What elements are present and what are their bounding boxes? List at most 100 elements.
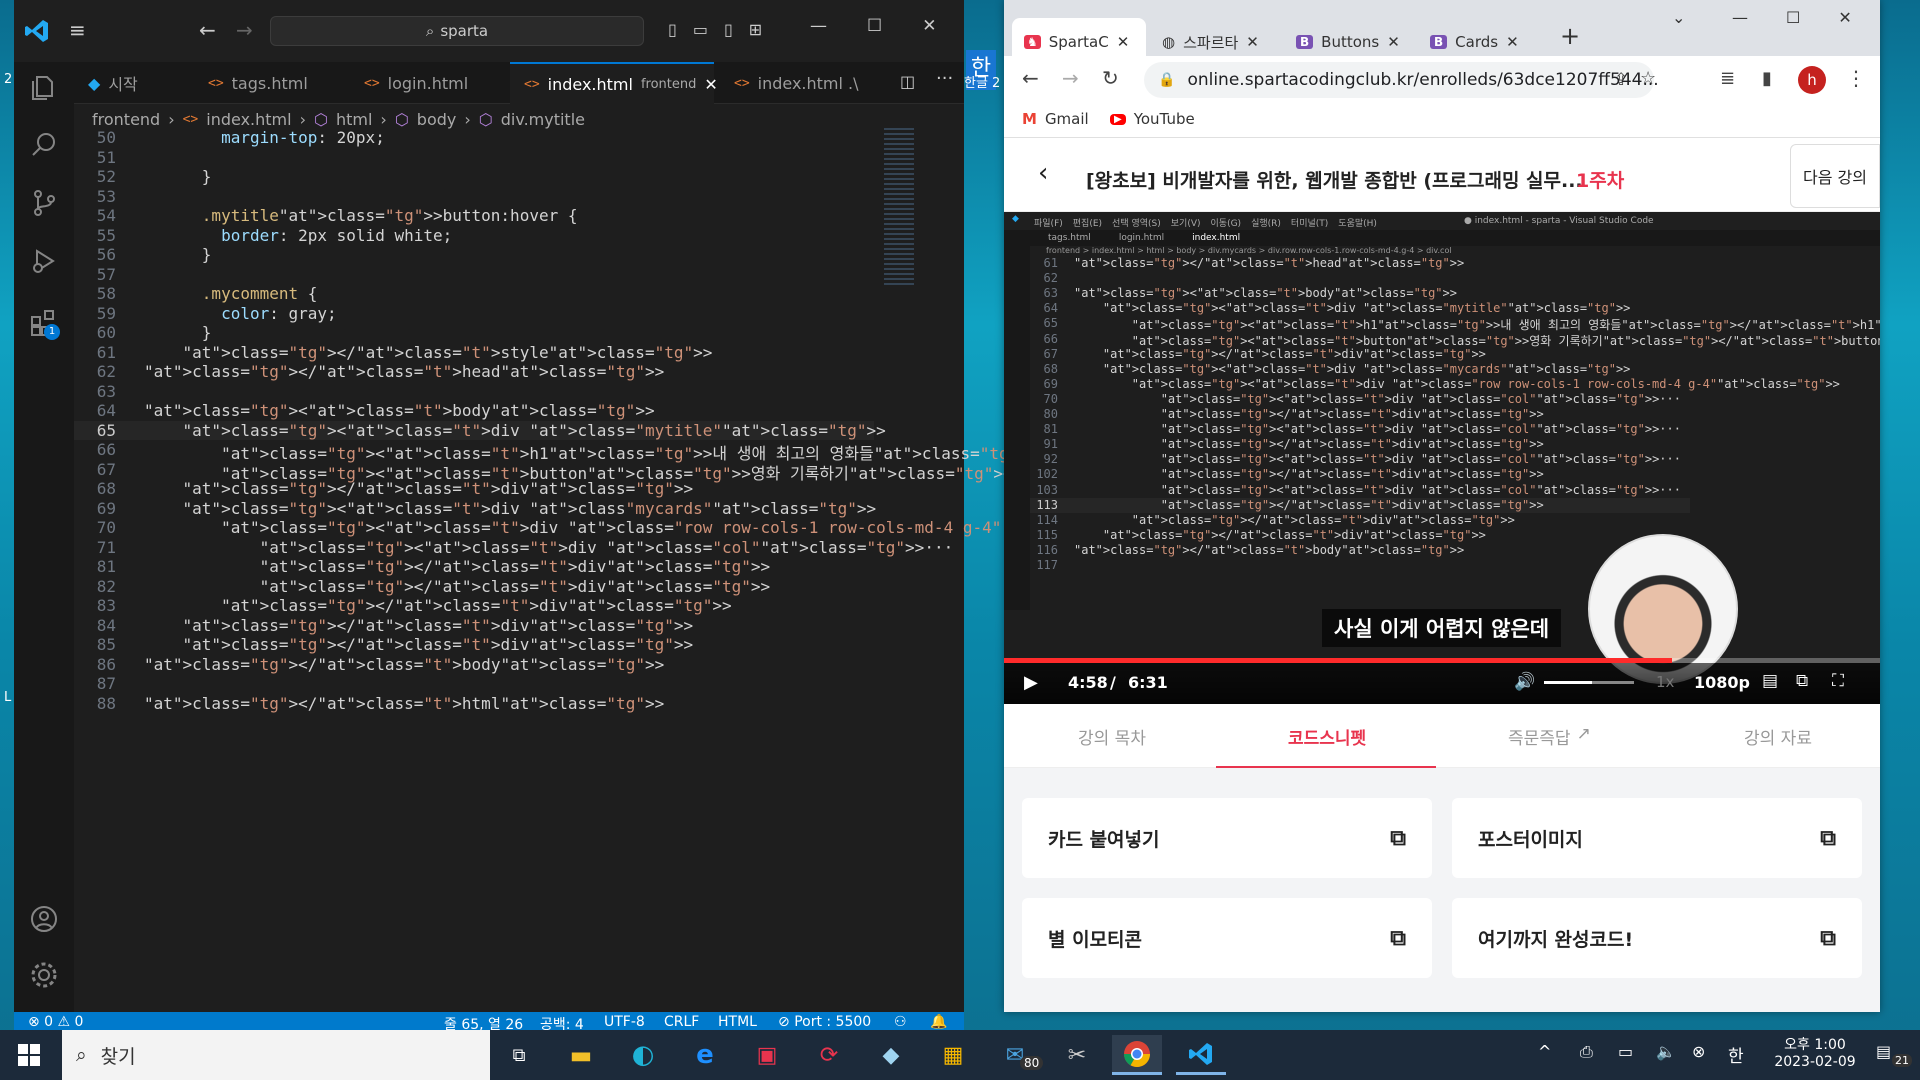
sync-app-icon[interactable]: ⟳ <box>804 1035 854 1075</box>
show-hidden-icons[interactable]: ^ <box>1538 1042 1551 1061</box>
tab-materials[interactable]: 강의 자료 <box>1744 724 1812 749</box>
breadcrumb-div-mytitle[interactable]: div.mytitle <box>501 110 585 129</box>
tab-qna[interactable]: 즉문즉답 ↗ <box>1508 724 1591 749</box>
minimize-icon[interactable]: — <box>810 16 827 36</box>
bookmark-youtube[interactable]: ▶ YouTube <box>1110 110 1195 128</box>
app-icon[interactable]: ▣ <box>742 1035 792 1075</box>
problems-status[interactable]: ⊗ 0 ⚠ 0 <box>28 1014 83 1030</box>
live-server-status[interactable]: ⊘ Port : 5500 <box>778 1014 871 1030</box>
maximize-icon[interactable]: ☐ <box>1786 8 1800 27</box>
ime-indicator[interactable]: 한 <box>1728 1042 1744 1067</box>
task-view-icon[interactable]: ⧉ <box>494 1035 544 1075</box>
taskbar-search[interactable]: ⌕ 찾기 <box>62 1030 490 1080</box>
bookmark-gmail[interactable]: M Gmail <box>1022 110 1089 128</box>
play-icon[interactable]: ▶ <box>1024 672 1038 693</box>
tab-index-html-frontend[interactable]: <> index.html frontend ✕ <box>510 62 718 104</box>
notifications-icon[interactable]: 🔔 <box>930 1014 947 1030</box>
tab-search-icon[interactable]: ⌄ <box>1672 8 1685 27</box>
snippet-card[interactable]: 포스터이미지 ⧉ <box>1452 798 1862 878</box>
minimap[interactable] <box>884 128 914 288</box>
tab-tags-html[interactable]: <> tags.html <box>194 62 344 104</box>
quality-setting[interactable]: 1080p <box>1694 673 1750 692</box>
back-arrow-icon[interactable]: ← <box>199 18 216 42</box>
video-player[interactable]: ◆ 파일(F) 편집(E) 선택 영역(S) 보기(V) 이동(G) 실행(R)… <box>1004 212 1880 704</box>
chrome-taskbar-icon[interactable] <box>1112 1035 1162 1075</box>
close-tab-icon[interactable]: ✕ <box>1246 33 1259 51</box>
source-control-icon[interactable] <box>29 188 59 218</box>
accounts-icon[interactable] <box>29 904 59 934</box>
side-panel-icon[interactable]: ▮ <box>1762 68 1772 89</box>
volume-icon[interactable]: 🔈 <box>1656 1042 1676 1061</box>
tab-login-html[interactable]: <> login.html <box>350 62 500 104</box>
back-chevron-icon[interactable]: ‹ <box>1038 158 1048 188</box>
toggle-panel-icon[interactable]: ▭ <box>693 20 708 39</box>
code-editor[interactable]: 50 margin-top: 20px; 51 52 } 53 54 .mytitle"… <box>74 128 1388 1012</box>
tab-code-snippet[interactable]: 코드스니펫 <box>1216 704 1436 768</box>
store-icon[interactable]: ▦ <box>928 1035 978 1075</box>
forward-arrow-icon[interactable]: → <box>1062 66 1079 90</box>
snippet-card[interactable]: 별 이모티콘 ⧉ <box>1022 898 1432 978</box>
battery-icon[interactable]: ▭ <box>1618 1042 1633 1061</box>
tab-curriculum[interactable]: 강의 목차 <box>1078 724 1146 749</box>
explorer-icon[interactable] <box>29 72 59 102</box>
command-center-search[interactable]: ⌕ sparta <box>270 16 644 46</box>
breadcrumb-html[interactable]: html <box>336 110 372 129</box>
tab-index-html-root[interactable]: <> index.html .\ <box>720 62 900 104</box>
breadcrumb-folder[interactable]: frontend <box>92 110 160 129</box>
reload-icon[interactable]: ↻ <box>1102 66 1119 90</box>
forward-arrow-icon[interactable]: → <box>236 18 253 42</box>
menu-icon[interactable]: ≡ <box>69 18 86 42</box>
minimize-icon[interactable]: — <box>1732 8 1748 27</box>
back-arrow-icon[interactable]: ← <box>1022 66 1039 90</box>
clock[interactable]: 오후 1:00 2023-02-09 <box>1770 1034 1860 1070</box>
copy-icon[interactable]: ⧉ <box>1390 826 1406 851</box>
profile-avatar[interactable]: h <box>1798 66 1826 94</box>
new-tab-icon[interactable]: + <box>1560 22 1580 50</box>
gear-icon[interactable] <box>29 960 59 990</box>
tab-welcome[interactable]: ◆ 시작 <box>74 62 184 104</box>
close-tab-icon[interactable]: ✕ <box>1387 33 1400 51</box>
copy-icon[interactable]: ⧉ <box>1390 926 1406 951</box>
encoding-status[interactable]: UTF-8 <box>604 1014 645 1030</box>
address-bar[interactable]: 🔒 online.spartacodingclub.kr/enrolleds/6… <box>1144 62 1659 98</box>
language-mode[interactable]: HTML <box>718 1014 757 1030</box>
search-icon[interactable] <box>29 130 59 160</box>
close-tab-icon[interactable]: ✕ <box>1117 33 1130 51</box>
copy-icon[interactable]: ⧉ <box>1820 826 1836 851</box>
fullscreen-icon[interactable]: ⛶ <box>1832 671 1844 691</box>
toggle-sidebar-icon[interactable]: ▯ <box>668 20 677 39</box>
run-debug-icon[interactable] <box>29 246 59 276</box>
split-editor-icon[interactable]: ◫ <box>900 72 915 91</box>
windows-start-icon[interactable] <box>4 1035 54 1075</box>
subtitles-icon[interactable]: ▤ <box>1762 671 1778 691</box>
snippet-card[interactable]: 카드 붙여넣기 ⧉ <box>1022 798 1432 878</box>
next-lecture-button[interactable]: 다음 강의 <box>1790 144 1880 208</box>
toggle-secondary-sidebar-icon[interactable]: ▯ <box>724 20 733 39</box>
maximize-icon[interactable]: ☐ <box>867 16 882 36</box>
notes-app-icon[interactable]: ◆ <box>866 1035 916 1075</box>
share-icon[interactable]: ⇪ <box>1614 70 1628 90</box>
close-tab-icon[interactable]: ✕ <box>704 75 717 94</box>
breadcrumb-body[interactable]: body <box>417 110 457 129</box>
picture-in-picture-icon[interactable]: ⧉ <box>1796 671 1808 691</box>
breadcrumb-file[interactable]: index.html <box>206 110 291 129</box>
customize-layout-icon[interactable]: ⊞ <box>749 20 762 39</box>
feedback-icon[interactable]: ⚇ <box>894 1014 907 1030</box>
network-off-icon[interactable]: ⊗ <box>1692 1042 1705 1061</box>
more-actions-icon[interactable]: ··· <box>936 68 953 89</box>
internet-explorer-icon[interactable]: e <box>680 1035 730 1075</box>
eol-status[interactable]: CRLF <box>664 1014 699 1030</box>
snippet-card[interactable]: 여기까지 완성코드! ⧉ <box>1452 898 1862 978</box>
copy-icon[interactable]: ⧉ <box>1820 926 1836 951</box>
file-explorer-icon[interactable]: ▬ <box>556 1035 606 1075</box>
volume-icon[interactable]: 🔊 <box>1514 672 1535 692</box>
tray-device-icon[interactable]: ⎙ <box>1580 1042 1593 1062</box>
close-icon[interactable]: ✕ <box>922 16 936 36</box>
media-controls-icon[interactable]: ≣ <box>1720 68 1735 89</box>
close-icon[interactable]: ✕ <box>1838 8 1851 27</box>
edge-icon[interactable]: ◐ <box>618 1035 668 1075</box>
notification-center-icon[interactable]: ▤ <box>1876 1042 1891 1061</box>
bookmark-star-icon[interactable]: ☆ <box>1640 68 1656 89</box>
close-tab-icon[interactable]: ✕ <box>1506 33 1519 51</box>
vscode-taskbar-icon[interactable] <box>1176 1035 1226 1075</box>
